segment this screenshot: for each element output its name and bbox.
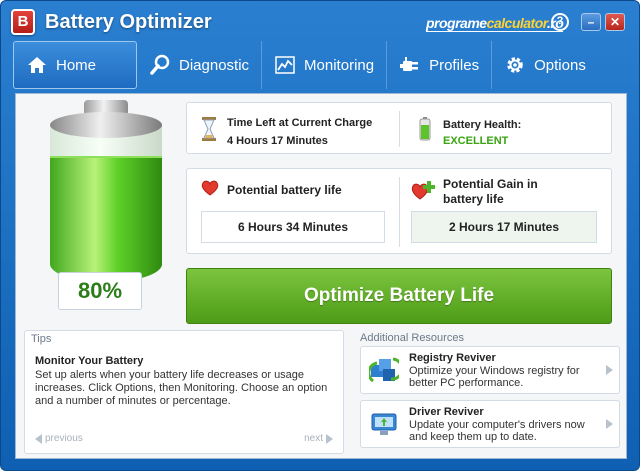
home-icon [26, 54, 48, 76]
tips-previous-button[interactable]: previous [35, 433, 83, 444]
battery-top [50, 112, 162, 138]
tips-section-title: Tips [31, 333, 52, 345]
tips-panel: Tips Monitor Your Battery Set up alerts … [24, 330, 344, 454]
registry-reviver-title: Registry Reviver [409, 352, 496, 364]
home-content: 80% Time Left at Current Charge 4 Hours … [15, 93, 627, 459]
health-label: Battery Health: [443, 119, 522, 131]
plug-icon [399, 54, 421, 76]
driver-reviver-title: Driver Reviver [409, 406, 484, 418]
resource-registry-reviver[interactable]: Registry Reviver Optimize your Windows r… [360, 346, 620, 394]
tab-home-label: Home [56, 56, 97, 74]
battery-life-panel: Potential battery life 6 Hours 34 Minute… [186, 168, 612, 254]
tab-options-label: Options [534, 56, 586, 74]
battery-graphic: 80% [40, 100, 168, 318]
optimize-battery-button[interactable]: Optimize Battery Life [186, 268, 612, 324]
driver-reviver-desc: Update your computer's drivers now and k… [409, 419, 585, 443]
app-title: Battery Optimizer [45, 11, 212, 33]
battery-fill [50, 155, 162, 282]
tip-headline: Monitor Your Battery [35, 355, 144, 367]
close-button[interactable]: ✕ [605, 13, 625, 31]
heart-plus-icon [411, 179, 437, 201]
next-label: next [304, 433, 323, 444]
tab-diagnostic-label: Diagnostic [179, 56, 250, 74]
chart-icon [274, 54, 296, 76]
battery-health-icon [419, 117, 431, 141]
heart-icon [201, 179, 219, 197]
window-controls: ? – ✕ [551, 13, 625, 31]
arrow-right-icon [326, 433, 333, 444]
app-logo-icon: B [11, 9, 35, 35]
arrow-left-icon [35, 433, 42, 444]
registry-reviver-desc: Optimize your Windows registry for bette… [409, 365, 580, 389]
potential-gain-value: 2 Hours 17 Minutes [411, 211, 597, 243]
tab-profiles[interactable]: Profiles [387, 41, 493, 89]
tips-next-button[interactable]: next [304, 433, 333, 444]
status-panel: Time Left at Current Charge 4 Hours 17 M… [186, 102, 612, 154]
tab-monitoring[interactable]: Monitoring [262, 41, 388, 89]
watermark-mid: calculator [486, 15, 548, 31]
tab-options[interactable]: Options [492, 41, 598, 89]
chevron-right-icon [606, 365, 613, 375]
tab-monitoring-label: Monitoring [304, 56, 375, 74]
resources-panel: Additional Resources Registry Reviver Op… [356, 330, 622, 454]
divider [399, 177, 400, 247]
main-nav: Home Diagnostic Monitoring Profiles Opti… [13, 41, 629, 89]
hourglass-icon [201, 117, 217, 141]
minimize-button[interactable]: – [581, 13, 601, 31]
watermark: programecalculator.ro [426, 15, 564, 32]
resource-driver-reviver[interactable]: Driver Reviver Update your computer's dr… [360, 400, 620, 448]
gear-icon [504, 54, 526, 76]
battery-body [50, 124, 162, 282]
potential-life-value: 6 Hours 34 Minutes [201, 211, 385, 243]
help-button[interactable]: ? [551, 13, 569, 31]
potential-life-label: Potential battery life [227, 183, 342, 197]
title-bar[interactable]: B Battery Optimizer programecalculator.r… [1, 1, 639, 45]
chevron-right-icon [606, 419, 613, 429]
registry-reviver-icon [367, 355, 404, 385]
tip-body: Set up alerts when your battery life dec… [35, 369, 328, 407]
watermark-prefix: programe [426, 15, 487, 31]
resources-section-title: Additional Resources [360, 332, 464, 344]
time-left-label: Time Left at Current Charge [227, 117, 373, 129]
time-left-value: 4 Hours 17 Minutes [227, 135, 328, 147]
tab-home[interactable]: Home [13, 41, 137, 89]
health-value: EXCELLENT [443, 135, 509, 147]
charge-percent: 80% [58, 272, 142, 310]
divider [399, 111, 400, 147]
driver-reviver-icon [369, 409, 399, 439]
tab-diagnostic[interactable]: Diagnostic [137, 41, 263, 89]
previous-label: previous [45, 433, 83, 444]
tab-profiles-label: Profiles [429, 56, 480, 74]
app-window: B Battery Optimizer programecalculator.r… [0, 0, 640, 471]
potential-gain-label: Potential Gain in battery life [443, 177, 538, 206]
magnifier-icon [149, 54, 171, 76]
